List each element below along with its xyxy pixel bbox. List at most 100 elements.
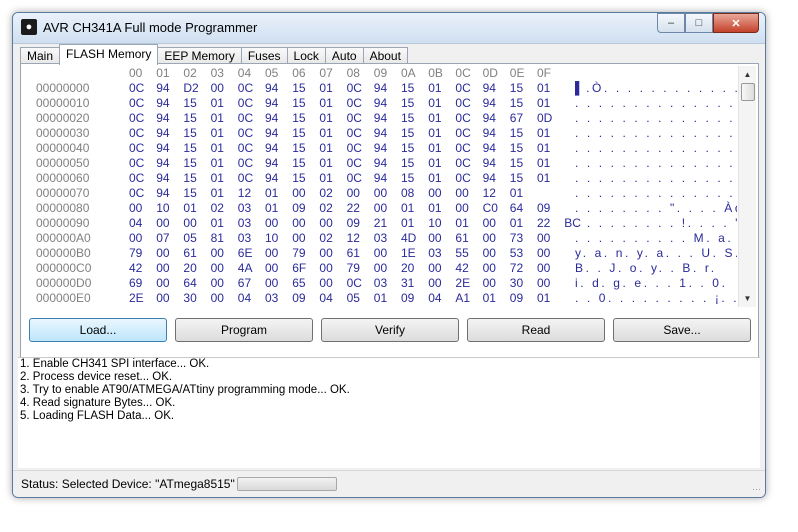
hex-byte[interactable]: 03 <box>265 291 278 306</box>
hex-byte[interactable]: 00 <box>156 216 169 231</box>
hex-byte[interactable]: 00 <box>292 231 305 246</box>
hex-byte[interactable]: 15 <box>292 81 305 96</box>
hex-byte[interactable]: 94 <box>374 126 387 141</box>
hex-ascii[interactable]: ▌.Ò. . . . . . . . . . . . . <box>575 81 737 96</box>
hex-byte[interactable]: 64 <box>510 201 523 216</box>
hex-byte[interactable]: 03 <box>238 231 251 246</box>
hex-byte[interactable]: 00 <box>537 231 550 246</box>
hex-byte[interactable]: 01 <box>510 216 523 231</box>
hex-byte[interactable]: 0C <box>455 126 470 141</box>
hex-byte[interactable]: 15 <box>510 171 523 186</box>
hex-byte[interactable]: 00 <box>537 261 550 276</box>
hex-byte[interactable]: 00 <box>211 291 224 306</box>
hex-byte[interactable]: 94 <box>156 141 169 156</box>
hex-byte[interactable]: 00 <box>156 246 169 261</box>
hex-byte[interactable]: 00 <box>483 246 496 261</box>
hex-byte[interactable]: 94 <box>374 96 387 111</box>
hex-byte[interactable]: 15 <box>183 171 196 186</box>
hex-scrollbar[interactable]: ▲ ▼ <box>738 66 756 307</box>
hex-byte[interactable]: 15 <box>401 126 414 141</box>
hex-byte[interactable]: 61 <box>183 246 196 261</box>
hex-byte[interactable]: 72 <box>510 261 523 276</box>
hex-byte[interactable]: 09 <box>401 291 414 306</box>
hex-byte[interactable]: 00 <box>483 216 496 231</box>
scroll-up-icon[interactable]: ▲ <box>739 66 756 83</box>
hex-byte[interactable]: 00 <box>428 261 441 276</box>
hex-byte[interactable]: 0C <box>238 126 253 141</box>
hex-byte[interactable]: 01 <box>401 201 414 216</box>
hex-byte[interactable]: 00 <box>319 276 332 291</box>
hex-byte[interactable]: 00 <box>428 186 441 201</box>
hex-byte[interactable]: 08 <box>401 186 414 201</box>
hex-byte[interactable]: 00 <box>265 261 278 276</box>
hex-editor[interactable]: 00 01 02 03 04 05 06 07 08 09 0A 0B 0C 0D 0E 0F 00000000… <box>23 66 737 307</box>
hex-byte[interactable]: 0C <box>129 156 144 171</box>
hex-byte[interactable]: 15 <box>401 81 414 96</box>
hex-byte[interactable]: 94 <box>265 81 278 96</box>
hex-byte[interactable]: 0C <box>455 111 470 126</box>
hex-byte[interactable]: 01 <box>428 111 441 126</box>
hex-byte[interactable]: 94 <box>156 156 169 171</box>
hex-byte[interactable]: 10 <box>156 201 169 216</box>
hex-byte[interactable]: 01 <box>455 216 468 231</box>
hex-byte[interactable]: 94 <box>265 156 278 171</box>
hex-byte[interactable]: 01 <box>428 171 441 186</box>
hex-byte[interactable]: 04 <box>428 291 441 306</box>
hex-byte[interactable]: 94 <box>374 156 387 171</box>
hex-byte[interactable]: 01 <box>428 96 441 111</box>
hex-byte[interactable]: 01 <box>428 156 441 171</box>
hex-byte[interactable]: 01 <box>319 156 332 171</box>
hex-byte[interactable]: 15 <box>292 156 305 171</box>
hex-byte[interactable]: 15 <box>183 141 196 156</box>
hex-byte[interactable]: 01 <box>211 156 224 171</box>
hex-byte[interactable]: 94 <box>483 156 496 171</box>
hex-byte[interactable]: 00 <box>292 186 305 201</box>
save-button[interactable]: Save... <box>613 318 751 342</box>
hex-byte[interactable]: 04 <box>238 291 251 306</box>
title-bar[interactable]: ● AVR CH341A Full mode Programmer – □ ✕ <box>13 13 765 44</box>
hex-ascii[interactable]: . . . . . . . . ". . . . Àd. <box>575 201 737 216</box>
hex-byte[interactable]: 0C <box>347 111 362 126</box>
hex-byte[interactable]: 22 <box>537 216 550 231</box>
hex-byte[interactable]: 01 <box>211 171 224 186</box>
hex-byte[interactable]: 02 <box>319 231 332 246</box>
hex-byte[interactable]: 01 <box>401 216 414 231</box>
resize-grip-icon[interactable]: ⋯ <box>752 485 761 494</box>
hex-byte[interactable]: 69 <box>129 276 142 291</box>
scroll-down-icon[interactable]: ▼ <box>739 290 756 307</box>
hex-byte[interactable]: 00 <box>319 216 332 231</box>
hex-byte[interactable]: 15 <box>401 96 414 111</box>
hex-ascii[interactable]: . . 0. . . . . . . . . ¡. . . <box>575 291 737 306</box>
hex-byte[interactable]: 09 <box>537 201 550 216</box>
hex-byte[interactable]: 0C <box>238 96 253 111</box>
hex-byte[interactable]: 94 <box>483 171 496 186</box>
hex-byte[interactable]: 01 <box>537 81 550 96</box>
hex-ascii[interactable]: . . . . . . . . . . . . . . . . <box>575 141 737 156</box>
hex-ascii[interactable]: . . . . . . . . . . . . . . . . <box>575 96 737 111</box>
hex-byte[interactable]: 00 <box>265 246 278 261</box>
hex-byte[interactable]: 2E <box>129 291 144 306</box>
hex-byte[interactable]: 00 <box>428 276 441 291</box>
hex-byte[interactable]: 15 <box>292 141 305 156</box>
hex-ascii[interactable]: . . . . . . . . . . . . . . . . <box>575 156 737 171</box>
hex-byte[interactable]: 0C <box>129 111 144 126</box>
hex-byte[interactable]: 22 <box>347 201 360 216</box>
hex-byte[interactable]: 00 <box>483 276 496 291</box>
hex-byte[interactable]: 02 <box>319 186 332 201</box>
hex-byte[interactable]: 15 <box>510 156 523 171</box>
hex-byte[interactable]: 0D <box>537 111 552 126</box>
hex-byte[interactable]: 01 <box>211 126 224 141</box>
hex-byte[interactable]: 05 <box>183 231 196 246</box>
hex-ascii[interactable]: B. . J. o. y. . B. r. <box>575 261 717 276</box>
hex-byte[interactable]: 65 <box>292 276 305 291</box>
minimize-button[interactable]: – <box>657 13 685 33</box>
hex-byte[interactable]: 0C <box>455 141 470 156</box>
hex-byte[interactable]: 0C <box>347 96 362 111</box>
hex-byte[interactable]: 05 <box>347 291 360 306</box>
hex-byte[interactable]: 94 <box>374 81 387 96</box>
hex-byte[interactable]: 15 <box>401 141 414 156</box>
hex-byte[interactable]: 01 <box>183 201 196 216</box>
hex-byte[interactable]: 01 <box>510 186 523 201</box>
hex-byte[interactable]: 53 <box>510 246 523 261</box>
hex-byte[interactable]: 03 <box>428 246 441 261</box>
